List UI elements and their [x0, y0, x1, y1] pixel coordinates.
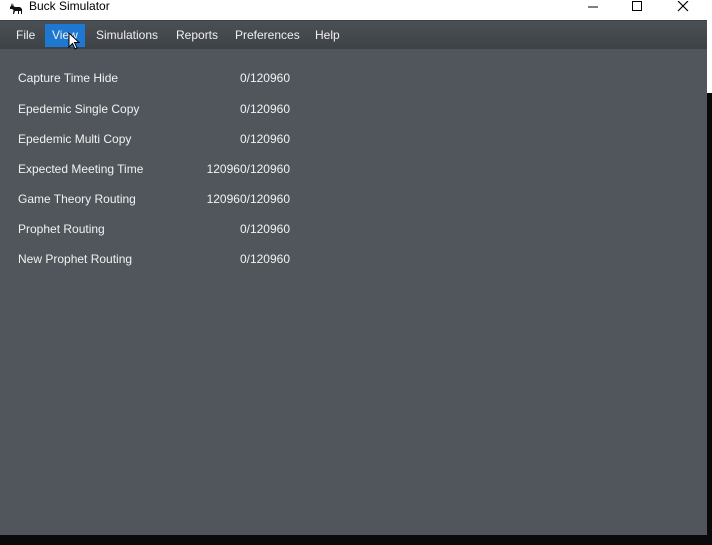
- maximize-icon: [632, 1, 642, 11]
- list-item: New Prophet Routing 0/120960: [18, 249, 290, 269]
- simulation-progress: 0/120960: [239, 71, 290, 85]
- close-button[interactable]: [660, 0, 706, 14]
- simulation-progress: 120960/120960: [206, 162, 290, 176]
- app-window: Buck Simulator File View Simulations Rep…: [0, 0, 707, 535]
- minimize-button[interactable]: [570, 0, 616, 14]
- list-item: Epedemic Multi Copy 0/120960: [18, 129, 290, 149]
- taskbar-strip: [0, 535, 712, 545]
- simulation-name: Expected Meeting Time: [18, 162, 144, 176]
- simulation-progress: 0/120960: [239, 102, 290, 116]
- maximize-button[interactable]: [614, 0, 660, 14]
- simulation-name: New Prophet Routing: [18, 252, 133, 266]
- title-bar[interactable]: Buck Simulator: [0, 0, 707, 20]
- simulation-name: Epedemic Multi Copy: [18, 132, 132, 146]
- menu-simulations[interactable]: Simulations: [89, 24, 165, 47]
- simulation-progress: 0/120960: [239, 132, 290, 146]
- simulation-name: Epedemic Single Copy: [18, 102, 140, 116]
- list-item: Capture Time Hide 0/120960: [18, 68, 290, 88]
- mouse-cursor-icon: [68, 32, 80, 50]
- simulation-name: Prophet Routing: [18, 222, 105, 236]
- simulation-progress: 120960/120960: [206, 192, 290, 206]
- menu-preferences[interactable]: Preferences: [228, 24, 307, 47]
- deer-icon: [10, 3, 22, 14]
- window-edge: [707, 0, 712, 535]
- background-strip: [707, 93, 712, 535]
- simulation-progress: 0/120960: [239, 222, 290, 236]
- window-title: Buck Simulator: [29, 0, 110, 13]
- menu-help[interactable]: Help: [308, 24, 347, 47]
- list-item: Epedemic Single Copy 0/120960: [18, 99, 290, 119]
- minimize-icon: [588, 6, 598, 8]
- menu-file[interactable]: File: [9, 24, 42, 47]
- list-item: Expected Meeting Time 120960/120960: [18, 159, 290, 179]
- simulation-name: Capture Time Hide: [18, 71, 119, 85]
- simulation-progress: 0/120960: [239, 252, 290, 266]
- list-item: Prophet Routing 0/120960: [18, 219, 290, 239]
- list-item: Game Theory Routing 120960/120960: [18, 189, 290, 209]
- menu-reports[interactable]: Reports: [169, 24, 225, 47]
- menu-bar: File View Simulations Reports Preference…: [0, 20, 707, 49]
- close-icon: [677, 1, 689, 12]
- simulation-name: Game Theory Routing: [18, 192, 136, 206]
